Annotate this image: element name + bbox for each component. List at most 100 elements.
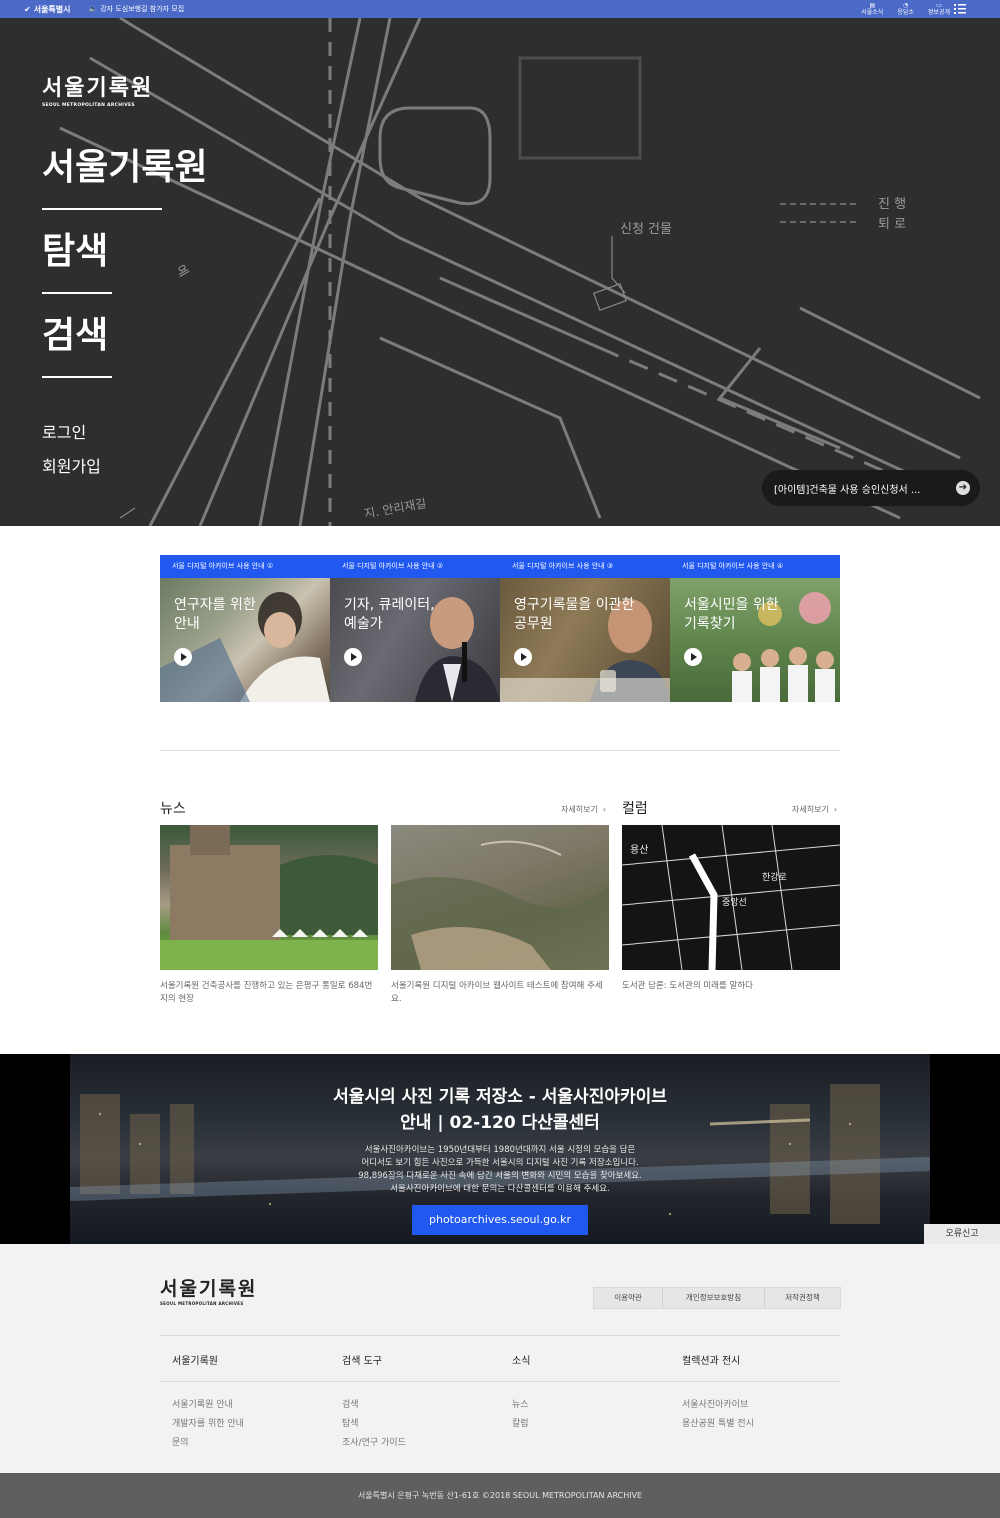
menu-icon: [954, 4, 966, 14]
copyright-policy-link[interactable]: 저작권정책: [764, 1288, 840, 1308]
news-card[interactable]: 서울기록원 건축공사를 진행하고 있는 은평구 통일로 684번지의 현장: [160, 825, 378, 1006]
photo-archive-banner: 서울시의 사진 기록 저장소 - 서울사진아카이브 안내 | 02-120 다산…: [0, 1054, 1000, 1244]
banner-title-line1: 서울시의 사진 기록 저장소 - 서울사진아카이브: [333, 1087, 667, 1107]
guide-card-header: 서울 디지털 아카이브 사용 안내 ④: [670, 555, 840, 578]
play-icon[interactable]: [174, 648, 192, 666]
footer-logo-mark: 서울기록원: [160, 1278, 258, 1300]
guide-card-header: 서울 디지털 아카이브 사용 안내 ②: [330, 555, 500, 578]
hero-title[interactable]: 서울기록원: [42, 146, 208, 190]
column-heading: 컬럼: [622, 801, 648, 817]
aerial-photo-shapes: [391, 840, 609, 970]
footer-link[interactable]: 서울사진아카이브: [682, 1396, 754, 1415]
svg-text:용산: 용산: [630, 844, 648, 856]
footer-col-links: 뉴스 칼럼: [512, 1396, 529, 1434]
seoul-news-link[interactable]: ▤ 서울소식: [861, 2, 883, 16]
guide-card-image: 기자, 큐레이터, 예술가: [330, 578, 500, 702]
error-report-button[interactable]: 오류신고: [924, 1224, 1000, 1244]
footer-col-heading: 컬렉션과 전시: [682, 1356, 741, 1367]
news-caption: 서울기록원 건축공사를 진행하고 있는 은평구 통일로 684번지의 현장: [160, 981, 373, 1004]
guide-card-title: 기자, 큐레이터, 예술가: [344, 597, 435, 632]
guide-card-citizen[interactable]: 서울 디지털 아카이브 사용 안내 ④ 서울시민을 위한 기록찾기: [670, 555, 840, 702]
menu-button[interactable]: [954, 3, 966, 17]
guide-card-title: 서울시민을 위한 기록찾기: [684, 597, 779, 632]
response-link[interactable]: ◔ 응답소: [897, 2, 914, 16]
footer-link[interactable]: 조사/연구 가이드: [342, 1434, 406, 1453]
notice-link[interactable]: 🔈 강자 도심보행길 참가자 모집: [89, 4, 185, 14]
photo-archive-link-button[interactable]: photoarchives.seoul.go.kr: [412, 1205, 588, 1235]
arrow-right-icon[interactable]: ➔: [956, 481, 970, 495]
guide-card-header: 서울 디지털 아카이브 사용 안내 ①: [160, 555, 330, 578]
footer-link[interactable]: 개발자를 위한 안내: [172, 1415, 244, 1434]
login-link[interactable]: 로그인: [42, 416, 208, 450]
footer-col-heading: 검색 도구: [342, 1356, 382, 1367]
nav-search-divider: [42, 376, 112, 378]
footer-col-links: 서울사진아카이브 용산공원 특별 전시: [682, 1396, 754, 1434]
column-more-link[interactable]: 자세히보기 ›: [792, 804, 837, 815]
copyright-bar: 서울특별시 은평구 녹번동 산1-61호 ©2018 SEOUL METROPO…: [0, 1473, 1000, 1518]
guide-card-title: 연구자를 위한 안내: [174, 597, 256, 632]
response-label: 응답소: [897, 9, 914, 16]
privacy-link[interactable]: 개인정보보호방침: [662, 1288, 764, 1308]
news-image-aerial: [391, 825, 609, 970]
policy-links: 이용약관 개인정보보호방침 저작권정책: [593, 1287, 841, 1309]
column-card[interactable]: 용산 중앙선 한강로 도서관 담론: 도서관의 미래를 말하다: [622, 825, 840, 993]
map-label-advance: 진 행: [878, 196, 906, 212]
section-divider: [160, 750, 840, 751]
news-icon: ▤: [869, 2, 876, 9]
top-bar: ✔ 서울특별시 🔈 강자 도심보행길 참가자 모집 ▤ 서울소식 ◔ 응답소 ▭…: [0, 0, 1000, 18]
nav-explore[interactable]: 탐색: [42, 230, 208, 274]
hero-nav: 서울기록원 탐색 검색 로그인 회원가입: [42, 146, 208, 484]
signup-link[interactable]: 회원가입: [42, 450, 208, 484]
footer-divider: [160, 1381, 840, 1382]
info-disclosure-link[interactable]: ▭ 정보공개: [928, 2, 950, 16]
footer: 서울기록원 SEOUL METROPOLITAN ARCHIVES 이용약관 개…: [0, 1244, 1000, 1473]
news-heading: 뉴스: [160, 801, 186, 817]
news-card[interactable]: 서울기록원 디지털 아카이브 웹사이트 테스트에 참여해 주세요.: [391, 825, 609, 1006]
guide-card-image: 서울시민을 위한 기록찾기: [670, 578, 840, 702]
info-disclosure-label: 정보공개: [927, 9, 950, 16]
city-hall-photo-shapes: [160, 825, 378, 970]
footer-link[interactable]: 탐색: [342, 1415, 406, 1434]
banner-title-line2: 안내 | 02-120 다산콜센터: [400, 1113, 600, 1133]
document-icon: ▭: [936, 2, 942, 9]
seoul-label: 서울특별시: [33, 4, 71, 14]
banner-description: 서울사진아카이브는 1950년대부터 1980년대까지 서울 시정의 모습을 담…: [358, 1145, 642, 1194]
chat-icon: ◔: [903, 2, 909, 9]
guide-card-researcher[interactable]: 서울 디지털 아카이브 사용 안내 ① 연구자를 위한 안내: [160, 555, 330, 702]
footer-link[interactable]: 문의: [172, 1434, 244, 1453]
terms-link[interactable]: 이용약관: [594, 1288, 662, 1308]
speaker-icon: 🔈: [88, 5, 98, 13]
play-icon[interactable]: [684, 648, 702, 666]
footer-link[interactable]: 용산공원 특별 전시: [682, 1415, 754, 1434]
column-image-map: 용산 중앙선 한강로: [622, 825, 840, 970]
footer-link[interactable]: 칼럼: [512, 1415, 529, 1434]
map-sketch-shapes: 용산 중앙선 한강로: [622, 825, 840, 970]
footer-link[interactable]: 서울기록원 안내: [172, 1396, 244, 1415]
guide-card-journalist[interactable]: 서울 디지털 아카이브 사용 안내 ② 기자, 큐레이터, 예술가: [330, 555, 500, 702]
hero-logo-sub: SEOUL METROPOLITAN ARCHIVES: [42, 103, 135, 108]
guide-card-title: 영구기록물을 이관한 공무원: [514, 597, 635, 632]
guide-card-image: 영구기록물을 이관한 공무원: [500, 578, 670, 702]
banner-text: 서울시의 사진 기록 저장소 - 서울사진아카이브 안내 | 02-120 다산…: [0, 1084, 1000, 1196]
play-icon[interactable]: [514, 648, 532, 666]
news-more-link[interactable]: 자세히보기 ›: [561, 804, 606, 815]
featured-item-ticker[interactable]: [아이템]건축물 사용 승인신청서 ... ➔: [762, 470, 980, 506]
seoul-city-link[interactable]: ✔ 서울특별시: [24, 4, 71, 15]
footer-col-heading: 서울기록원: [172, 1356, 218, 1367]
news-caption: 서울기록원 디지털 아카이브 웹사이트 테스트에 참여해 주세요.: [391, 981, 603, 1004]
footer-divider: [160, 1335, 840, 1336]
footer-logo[interactable]: 서울기록원 SEOUL METROPOLITAN ARCHIVES: [160, 1274, 257, 1306]
seoul-news-label: 서울소식: [861, 9, 884, 16]
guide-card-official[interactable]: 서울 디지털 아카이브 사용 안내 ③ 영구기록물을 이관한 공무원: [500, 555, 670, 702]
guide-card-header: 서울 디지털 아카이브 사용 안내 ③: [500, 555, 670, 578]
play-icon[interactable]: [344, 648, 362, 666]
svg-text:한강로: 한강로: [762, 872, 787, 883]
map-label-road: 지. 안리재길: [363, 496, 427, 521]
footer-logo-sub: SEOUL METROPOLITAN ARCHIVES: [160, 1301, 244, 1306]
footer-link[interactable]: 뉴스: [512, 1396, 529, 1415]
footer-link[interactable]: 검색: [342, 1396, 406, 1415]
hero-logo[interactable]: 서울기록원 SEOUL METROPOLITAN ARCHIVES: [42, 70, 153, 108]
hero-section: 신청 건물 진 행 퇴 로 지. 안리재길 예 서울기록원 SEOUL METR…: [0, 18, 1000, 526]
svg-text:중앙선: 중앙선: [722, 896, 747, 908]
nav-search[interactable]: 검색: [42, 314, 208, 358]
